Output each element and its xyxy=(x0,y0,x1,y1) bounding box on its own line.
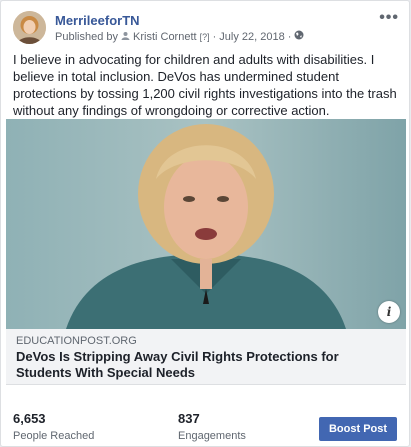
avatar[interactable] xyxy=(13,11,46,44)
post-meta: Published by Kristi Cornett [?] · July 2… xyxy=(55,30,304,43)
person-icon xyxy=(121,31,130,43)
portrait-image xyxy=(6,119,406,329)
published-by-label: Published by xyxy=(55,30,118,43)
people-reached-value: 6,653 xyxy=(13,411,46,426)
link-headline[interactable]: DeVos Is Stripping Away Civil Rights Pro… xyxy=(16,349,396,381)
avatar-image xyxy=(13,11,46,44)
more-options-icon[interactable]: ••• xyxy=(379,9,399,27)
post-date[interactable]: July 22, 2018 xyxy=(219,31,284,43)
meta-separator-2: · xyxy=(287,30,292,43)
meta-separator: · xyxy=(212,30,217,43)
people-reached-label: People Reached xyxy=(13,430,95,442)
publisher-tag[interactable]: [?] xyxy=(200,32,210,42)
boost-post-button[interactable]: Boost Post xyxy=(319,417,397,441)
post-insights: 6,653 People Reached 837 Engagements Boo… xyxy=(13,411,403,445)
post-header: MerrileeforTN Published by Kristi Cornet… xyxy=(13,9,399,45)
link-preview-box[interactable]: EDUCATIONPOST.ORG DeVos Is Stripping Awa… xyxy=(6,329,406,385)
page-name-link[interactable]: MerrileeforTN xyxy=(55,13,140,28)
post-text: I believe in advocating for children and… xyxy=(13,52,397,118)
publisher-name[interactable]: Kristi Cornett xyxy=(133,31,197,43)
engagements-value: 837 xyxy=(178,411,200,426)
engagements-label: Engagements xyxy=(178,430,246,442)
globe-icon[interactable] xyxy=(294,30,304,43)
link-domain: EDUCATIONPOST.ORG xyxy=(16,335,137,347)
post-card: MerrileeforTN Published by Kristi Cornet… xyxy=(0,0,410,447)
info-icon[interactable]: i xyxy=(378,301,400,323)
people-reached-stat: 6,653 People Reached xyxy=(13,411,94,442)
link-preview-image[interactable]: i xyxy=(6,119,406,329)
engagements-stat: 837 Engagements xyxy=(178,411,246,442)
